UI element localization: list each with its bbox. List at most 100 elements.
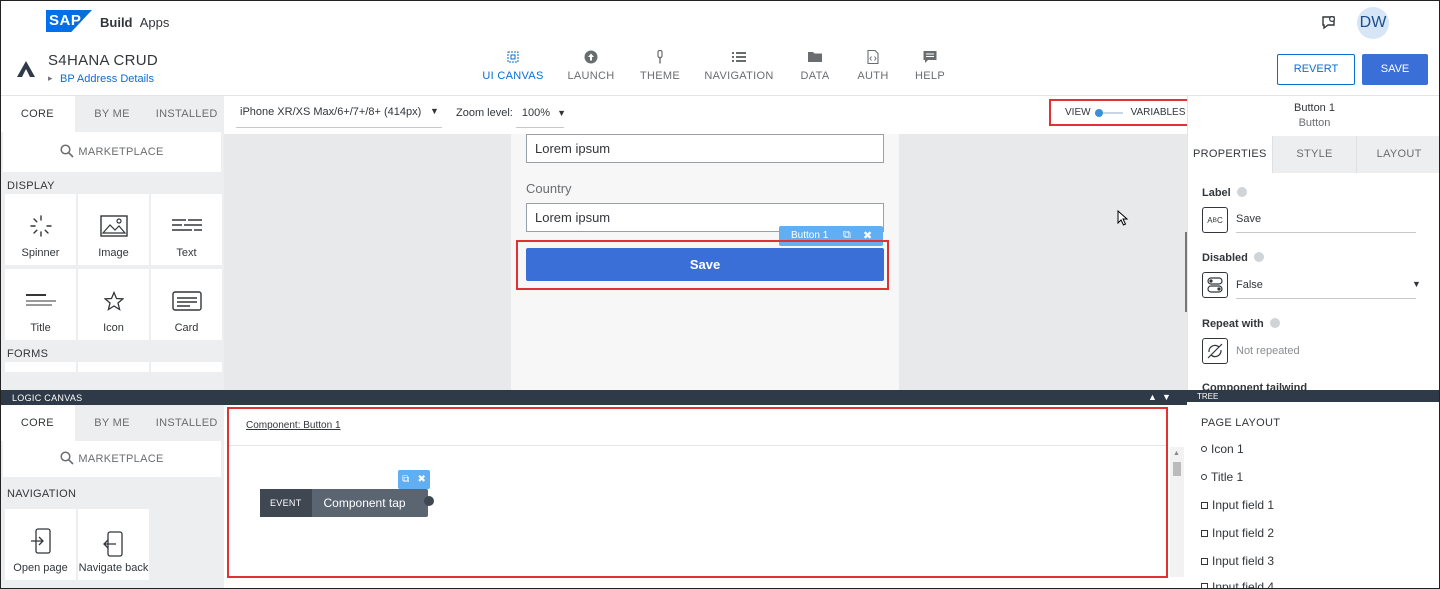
logic-tab-by-me[interactable]: BY ME xyxy=(75,405,150,441)
logic-tab-installed[interactable]: INSTALLED xyxy=(149,405,224,441)
spinner-icon xyxy=(29,209,53,243)
caret-right-icon[interactable]: ▸ xyxy=(48,73,53,84)
tab-data[interactable]: DATA xyxy=(784,50,846,82)
tree-item-label: Input field 1 xyxy=(1212,498,1275,512)
component-card[interactable]: Card xyxy=(151,269,222,340)
input-field-preview[interactable]: Lorem ipsum xyxy=(526,134,884,163)
tab-style[interactable]: STYLE xyxy=(1271,136,1357,173)
caret-down-icon: ▼ xyxy=(557,108,567,118)
cursor-icon xyxy=(1117,209,1129,231)
project-name: S4HANA CRUD xyxy=(48,52,158,69)
event-output-port[interactable] xyxy=(424,496,434,506)
text-icon xyxy=(171,209,202,243)
tab-theme[interactable]: THEME xyxy=(626,50,694,82)
logic-canvas-bar[interactable]: LOGIC CANVAS xyxy=(0,390,1187,405)
scroll-up-icon[interactable]: ▲ xyxy=(1173,450,1180,457)
ui-canvas: Lorem ipsum Country Lorem ipsum Button 1… xyxy=(224,134,1187,390)
feedback-icon[interactable] xyxy=(1320,14,1338,32)
marketplace-button[interactable]: MARKETPLACE xyxy=(3,132,221,172)
info-icon[interactable] xyxy=(1253,252,1264,262)
component-form-3[interactable] xyxy=(151,362,222,372)
revert-button[interactable]: REVERT xyxy=(1277,54,1355,85)
label-property-value[interactable]: Save xyxy=(1236,213,1261,225)
tab-auth-label: AUTH xyxy=(857,70,889,82)
save-button-preview[interactable]: Save xyxy=(526,248,884,281)
tree-item[interactable]: Input field 3 xyxy=(1201,554,1274,568)
navigation-flow-functions: Open page Navigate back xyxy=(0,509,224,580)
component-text[interactable]: Text xyxy=(151,194,222,265)
tab-launch[interactable]: LAUNCH xyxy=(556,50,626,82)
tab-by-me[interactable]: BY ME xyxy=(75,96,150,132)
duplicate-icon[interactable]: ⧉ xyxy=(402,474,409,485)
component-card-label: Card xyxy=(174,322,199,334)
view-variables-toggle[interactable]: VIEW VARIABLES xyxy=(1049,99,1203,126)
tab-auth[interactable]: AUTH xyxy=(846,50,900,82)
flow-open-page[interactable]: Open page xyxy=(5,509,76,580)
abc-icon[interactable]: ABC xyxy=(1202,207,1228,233)
delete-icon[interactable]: ✖ xyxy=(417,474,425,485)
toggle-switch[interactable] xyxy=(1094,108,1123,117)
component-form-1[interactable] xyxy=(5,362,76,372)
repeat-property-text: Repeat with xyxy=(1202,318,1264,330)
component-spinner[interactable]: Spinner xyxy=(5,194,76,265)
tab-layout[interactable]: LAYOUT xyxy=(1356,136,1440,173)
info-icon[interactable] xyxy=(1236,187,1247,197)
tab-core[interactable]: CORE xyxy=(0,96,75,132)
flow-navigate-back[interactable]: Navigate back xyxy=(78,509,149,580)
zoom-value: 100% xyxy=(521,107,551,119)
logic-marketplace-button[interactable]: MARKETPLACE xyxy=(3,441,221,477)
tree-item[interactable]: Icon 1 xyxy=(1201,442,1244,456)
shell-title: Build Apps xyxy=(100,15,169,30)
zoom-select[interactable]: 100% ▼ xyxy=(522,107,566,119)
forms-components-grid xyxy=(0,362,224,372)
scroll-thumb[interactable] xyxy=(1173,462,1181,476)
repeat-icon[interactable] xyxy=(1202,338,1228,364)
toggle-icon[interactable] xyxy=(1202,272,1228,298)
component-icon[interactable]: Icon xyxy=(78,269,149,340)
user-avatar[interactable]: DW xyxy=(1357,7,1389,39)
country-label: Country xyxy=(526,181,572,196)
caret-down-icon[interactable]: ▼ xyxy=(1412,279,1421,289)
tab-ui-canvas[interactable]: UI CANVAS xyxy=(470,50,556,82)
tree-title: PAGE LAYOUT xyxy=(1201,417,1281,429)
logic-library-panel: CORE BY ME INSTALLED MARKETPLACE NAVIGAT… xyxy=(0,405,224,589)
tree-item-label: Input field 3 xyxy=(1212,554,1275,568)
tree-item[interactable]: Input field 4 xyxy=(1201,580,1274,589)
search-icon xyxy=(60,450,74,468)
repeat-property-value[interactable]: Not repeated xyxy=(1236,345,1300,357)
tab-installed[interactable]: INSTALLED xyxy=(149,96,224,132)
component-link[interactable]: Component: Button 1 xyxy=(246,420,341,431)
component-image[interactable]: Image xyxy=(78,194,149,265)
logic-divider xyxy=(229,445,1166,446)
navigate-back-label: Navigate back xyxy=(78,562,149,574)
sap-logo[interactable]: SAP xyxy=(46,10,92,32)
event-node[interactable]: EVENT Component tap xyxy=(260,489,428,517)
device-select[interactable]: iPhone XR/XS Max/6+/7+/8+ (414px) ▼ xyxy=(240,106,439,118)
shell-bar: SAP Build Apps DW xyxy=(0,0,1440,46)
triangle-down-icon[interactable]: ▼ xyxy=(1162,392,1171,402)
label-property-text: Label xyxy=(1202,187,1231,199)
tab-navigation[interactable]: NAVIGATION xyxy=(694,50,784,82)
page-selector[interactable]: BP Address Details xyxy=(60,73,154,85)
info-icon[interactable] xyxy=(1269,318,1280,328)
app-builder-logo-icon xyxy=(16,60,36,78)
tree-item[interactable]: Title 1 xyxy=(1201,470,1243,484)
main-nav-tabs: UI CANVAS LAUNCH THEME NAVIGATION DATA A… xyxy=(470,50,960,82)
component-form-2[interactable] xyxy=(78,362,149,372)
triangle-up-icon[interactable]: ▲ xyxy=(1148,392,1157,402)
disabled-property-value[interactable]: False xyxy=(1236,279,1263,291)
component-image-label: Image xyxy=(98,247,129,259)
disabled-underline xyxy=(1236,298,1416,299)
component-title[interactable]: Title xyxy=(5,269,76,340)
tab-help[interactable]: HELP xyxy=(900,50,960,82)
tab-properties[interactable]: PROPERTIES xyxy=(1188,136,1272,173)
tree-item[interactable]: Input field 2 xyxy=(1201,526,1274,540)
logic-tab-core[interactable]: CORE xyxy=(0,405,75,441)
logic-scrollbar[interactable]: ▲ xyxy=(1170,447,1184,577)
tab-launch-label: LAUNCH xyxy=(567,70,615,82)
page-layout-tree: PAGE LAYOUT Icon 1 Title 1 Input field 1… xyxy=(1187,402,1440,589)
save-button[interactable]: SAVE xyxy=(1362,54,1428,85)
logic-canvas-resize[interactable]: ▲ ▼ xyxy=(1148,392,1171,402)
tree-item[interactable]: Input field 1 xyxy=(1201,498,1274,512)
section-name: Apps xyxy=(139,15,170,30)
